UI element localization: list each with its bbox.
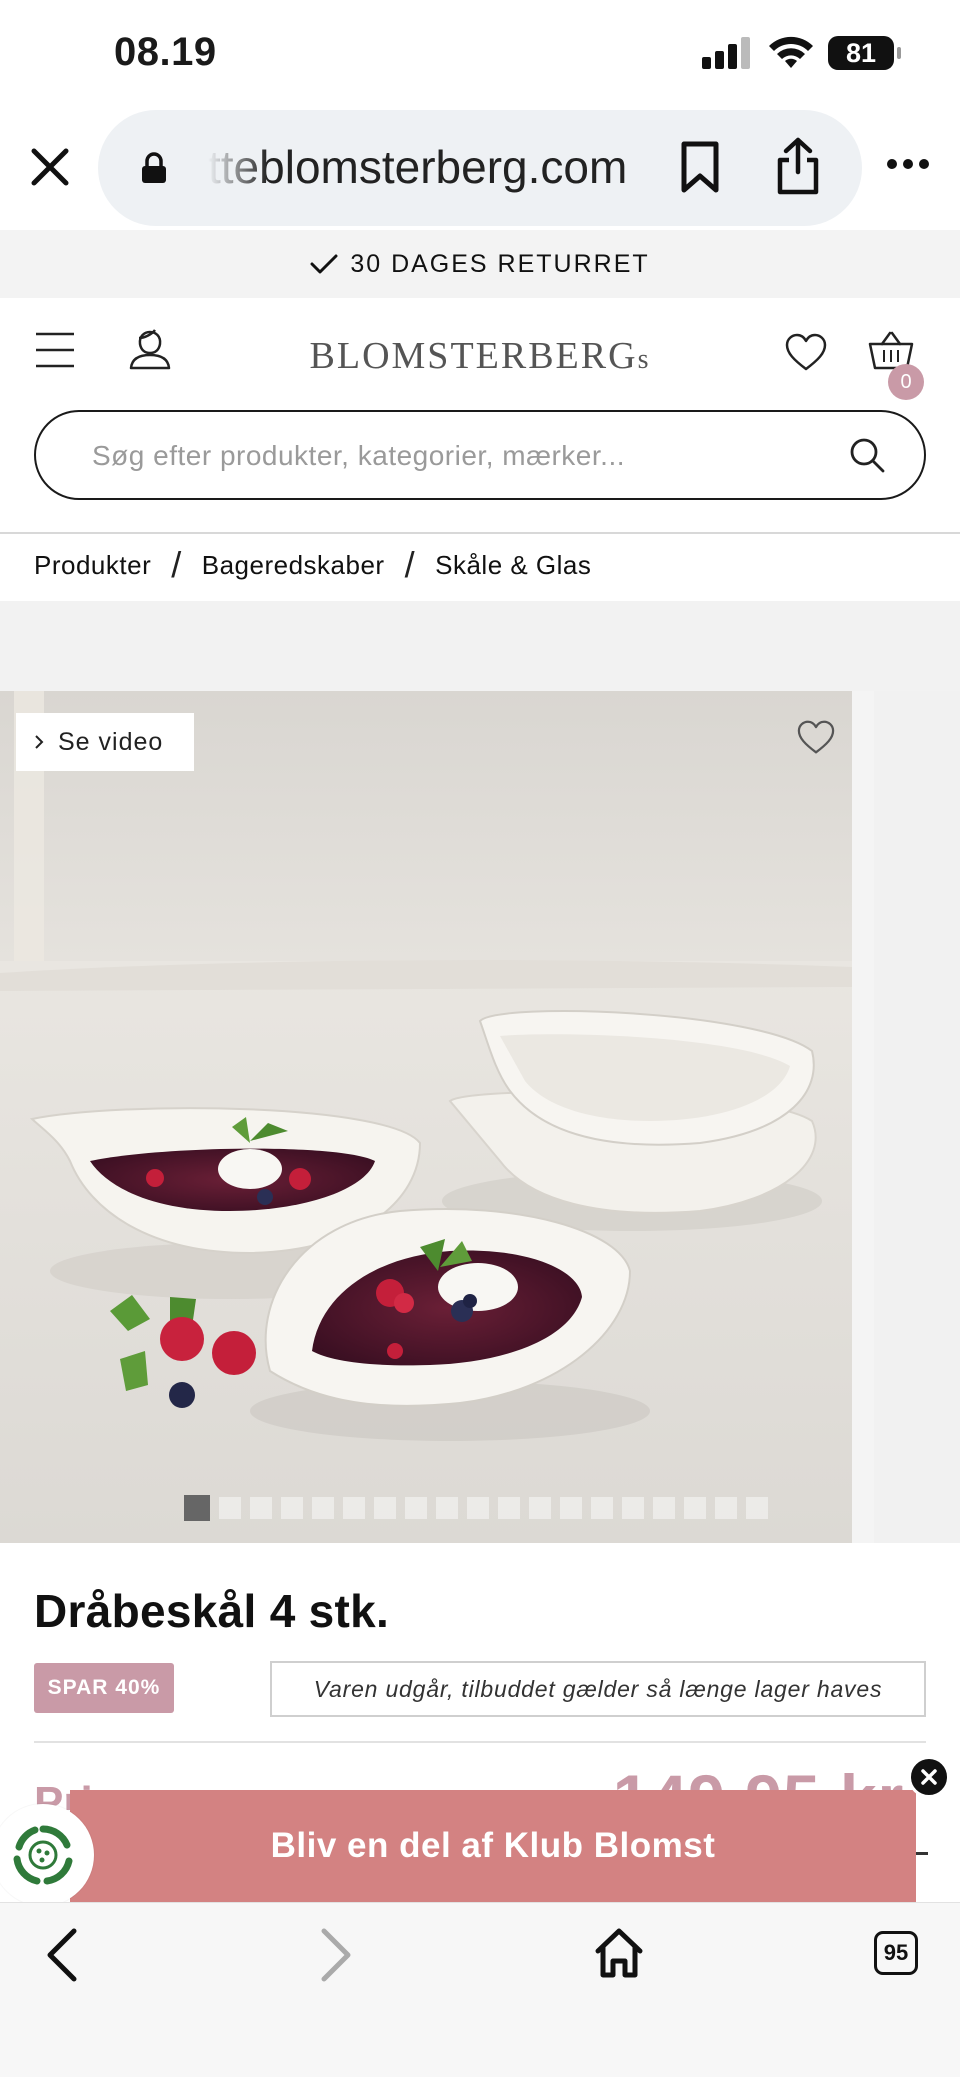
wifi-icon <box>769 36 813 68</box>
breadcrumb-item-produkter[interactable]: Produkter <box>34 550 151 581</box>
search-bar <box>34 410 926 500</box>
gallery-dot[interactable] <box>684 1497 706 1519</box>
bookmark-icon[interactable] <box>678 140 722 194</box>
gallery-dot[interactable] <box>312 1497 334 1519</box>
search-icon[interactable] <box>848 436 886 474</box>
gallery-dot[interactable] <box>560 1497 582 1519</box>
gallery-dot[interactable] <box>653 1497 675 1519</box>
heart-icon[interactable] <box>796 719 836 755</box>
more-icon[interactable] <box>886 158 930 170</box>
breadcrumb-separator: / <box>404 544 416 585</box>
see-video-button[interactable]: Se video <box>16 713 194 771</box>
browser-bottom-nav: 95 <box>0 1902 960 2077</box>
gallery-pagination <box>184 1495 768 1521</box>
address-bar[interactable]: tteblomsterberg.com <box>98 110 862 226</box>
product-title: Dråbeskål 4 stk. <box>34 1585 390 1637</box>
gallery-dot[interactable] <box>374 1497 396 1519</box>
breadcrumb-separator: / <box>171 544 182 585</box>
club-signup-banner[interactable]: Bliv en del af Klub Blomst <box>70 1790 916 1902</box>
loyalty-icon <box>13 1825 73 1885</box>
share-icon[interactable] <box>774 136 822 196</box>
tabs-count: 95 <box>883 1940 909 1965</box>
gallery-dot[interactable] <box>219 1497 241 1519</box>
gallery-dot[interactable] <box>250 1497 272 1519</box>
close-icon <box>921 1769 937 1785</box>
gallery-dot[interactable] <box>715 1497 737 1519</box>
lock-icon <box>142 152 166 183</box>
stock-notice: Varen udgår, tilbuddet gælder så længe l… <box>270 1661 926 1717</box>
banner-close-button[interactable] <box>908 1756 950 1798</box>
spacer-band <box>0 601 960 691</box>
site-header: BLOMSTERBERGs 0 <box>0 298 960 410</box>
gallery-dot[interactable] <box>746 1497 768 1519</box>
home-icon[interactable] <box>594 1927 644 1979</box>
see-video-label: Se video <box>58 727 164 756</box>
next-image-preview[interactable] <box>874 691 960 1543</box>
discount-badge: SPAR 40% <box>34 1663 174 1713</box>
status-icons: 81 <box>702 36 901 70</box>
tabs-button[interactable]: 95 <box>874 1931 918 1975</box>
back-icon[interactable] <box>42 1927 82 1983</box>
status-bar: 08.19 81 <box>0 0 960 110</box>
promo-strip: 30 DAGES RETURRET <box>0 230 960 298</box>
search-input[interactable] <box>92 434 812 478</box>
breadcrumb-item-skaale-glas[interactable]: Skåle & Glas <box>435 550 591 581</box>
product-image[interactable] <box>0 691 852 1543</box>
chevron-right-icon <box>35 735 44 749</box>
checkmark-icon <box>310 254 338 274</box>
gallery-dot[interactable] <box>498 1497 520 1519</box>
product-gallery[interactable]: Se video <box>0 691 960 1543</box>
breadcrumb-item-bageredskaber[interactable]: Bageredskaber <box>202 550 385 581</box>
browser-toolbar: tteblomsterberg.com <box>0 110 960 230</box>
battery-icon: 81 <box>828 36 901 70</box>
battery-level: 81 <box>845 37 877 68</box>
gallery-dot[interactable] <box>436 1497 458 1519</box>
gallery-dot[interactable] <box>529 1497 551 1519</box>
breadcrumb: Produkter / Bageredskaber / Skåle & Glas <box>34 544 591 585</box>
gallery-dot[interactable] <box>467 1497 489 1519</box>
gallery-dot[interactable] <box>281 1497 303 1519</box>
cellular-signal-icon <box>702 37 750 69</box>
gallery-dot[interactable] <box>184 1495 210 1521</box>
cart-count-badge: 0 <box>888 364 924 400</box>
gallery-dot[interactable] <box>405 1497 427 1519</box>
logo-text: BLOMSTERBERG <box>309 335 638 377</box>
gallery-dot[interactable] <box>591 1497 613 1519</box>
gallery-dot[interactable] <box>343 1497 365 1519</box>
gallery-dot[interactable] <box>622 1497 644 1519</box>
status-time: 08.19 <box>114 30 217 74</box>
logo-suffix: s <box>637 344 651 375</box>
url-text[interactable]: tteblomsterberg.com <box>208 140 738 194</box>
club-banner-text: Bliv en del af Klub Blomst <box>270 1826 716 1865</box>
close-icon[interactable] <box>28 145 72 189</box>
promo-text: 30 DAGES RETURRET <box>350 249 650 278</box>
header-divider <box>0 532 960 534</box>
forward-icon[interactable] <box>316 1927 356 1983</box>
info-divider <box>34 1741 926 1743</box>
heart-icon[interactable] <box>784 332 828 372</box>
